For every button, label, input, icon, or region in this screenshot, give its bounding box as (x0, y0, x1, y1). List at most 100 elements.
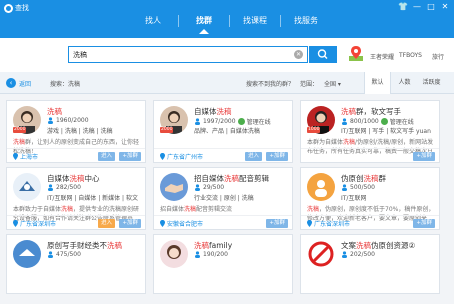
close-icon[interactable]: ✕ (440, 2, 450, 11)
tab-find-groups[interactable]: 找群 (179, 12, 229, 34)
search-button[interactable] (309, 46, 337, 63)
group-location: 广东省深圳市 (307, 219, 350, 228)
group-name[interactable]: 洗稿 (47, 106, 62, 117)
group-name[interactable]: 自媒体洗稿中心 (47, 173, 100, 184)
group-location: 广东省广州市 (160, 152, 203, 161)
people-icon (48, 251, 53, 258)
join-group-button[interactable]: +加群 (266, 219, 288, 228)
hot-tag-link[interactable]: 旅行 (432, 52, 444, 61)
member-count: 1997/2000 管理在线 (194, 117, 271, 126)
join-group-button[interactable]: +加群 (413, 219, 435, 228)
maximize-icon[interactable]: □ (426, 2, 436, 11)
group-location: 安徽省合肥市 (160, 219, 203, 228)
location-icon (160, 153, 165, 160)
group-avatar[interactable] (307, 173, 335, 201)
admin-online-label: 管理在线 (246, 119, 271, 126)
group-card[interactable]: 伪原创洗稿群 500/500 IT/互联网 洗稿，伪原创，原创度不低于70%，稿件原创… (300, 167, 440, 230)
group-card[interactable]: 洗稿family 190/200 (153, 234, 293, 294)
location-pin-icon[interactable] (346, 44, 366, 64)
member-count: 800/1000 管理在线 (341, 117, 414, 126)
location-icon (13, 153, 18, 160)
join-group-button[interactable]: +加群 (119, 152, 141, 161)
main-tabs: 找人 找群 找课程 找服务 (128, 12, 331, 34)
not-found-link[interactable]: 搜索不到我的群？ (246, 79, 294, 88)
group-name[interactable]: 伪原创洗稿群 (341, 173, 386, 184)
group-tags: 游戏 | 洗稿 | 洗稿 | 洗稿 (47, 128, 113, 135)
results-area: 2000 洗稿 1960/2000 游戏 | 洗稿 | 洗稿 | 洗稿 洗稿群，让别人的… (0, 94, 454, 304)
join-group-button[interactable]: +加群 (266, 152, 288, 161)
group-name[interactable]: 洗稿family (194, 240, 232, 251)
hot-tag-link[interactable]: 王者荣耀 (370, 52, 394, 61)
enter-group-button[interactable]: 进入 (244, 152, 262, 161)
sort-tab-members[interactable]: 人数 (391, 72, 418, 94)
sort-tab-default[interactable]: 默认 (364, 72, 391, 94)
enter-group-button[interactable]: 进入 (97, 152, 115, 161)
enter-group-button[interactable]: 进入 (97, 219, 115, 228)
tab-find-services[interactable]: 找服务 (281, 12, 331, 34)
location-icon (160, 220, 165, 227)
search-box: ✕ (68, 46, 308, 63)
group-location: 上海市 (13, 152, 38, 161)
skin-icon[interactable]: 👕 (398, 2, 408, 11)
search-area: ✕ 王者荣耀 TFBOYS 旅行 (0, 38, 454, 72)
group-name[interactable]: 招自媒体洗稿配音剪辑 (194, 173, 269, 184)
app-logo-icon (4, 3, 13, 13)
join-group-button[interactable]: +加群 (413, 152, 435, 161)
admin-online-icon (237, 118, 245, 125)
group-avatar[interactable] (160, 173, 188, 201)
member-count: 1960/2000 (47, 117, 89, 124)
scope-value: 全国 (324, 81, 337, 88)
app-title: 查找 (4, 3, 29, 13)
card-footer: +加群 (301, 148, 439, 162)
window-controls: 👕 — □ ✕ (398, 2, 450, 11)
member-count: 475/500 (47, 251, 81, 258)
group-avatar[interactable] (160, 240, 188, 268)
group-avatar[interactable] (13, 173, 41, 201)
level-badge: 2000 (160, 127, 174, 133)
join-group-button[interactable]: +加群 (119, 219, 141, 228)
level-badge: 1000 (307, 127, 321, 133)
minimize-icon[interactable]: — (412, 2, 422, 11)
card-footer: 广东省深圳市 进入 +加群 (7, 215, 145, 229)
level-badge: 2000 (13, 127, 27, 133)
people-icon (342, 118, 347, 125)
group-card[interactable]: 文案洗稿伪原创资源② 202/500 (300, 234, 440, 294)
people-icon (195, 118, 200, 125)
group-card[interactable]: 自媒体洗稿中心 282/500 IT/互联网 | 自媒体 | 新媒体 | 软文 本群致… (6, 167, 146, 230)
hot-tag-link[interactable]: TFBOYS (399, 52, 422, 59)
group-avatar[interactable] (307, 240, 335, 268)
clear-icon[interactable]: ✕ (294, 50, 303, 59)
group-name[interactable]: 原创写手财经类不洗稿 (47, 240, 122, 251)
tab-find-courses[interactable]: 找课程 (230, 12, 280, 34)
group-tags: IT/互联网 | 写手 | 软文写手 yuan (341, 128, 431, 135)
group-avatar[interactable] (13, 240, 41, 268)
search-icon (317, 49, 328, 59)
back-arrow-icon[interactable]: ‹ (6, 78, 16, 88)
people-icon (342, 251, 347, 258)
group-card[interactable]: 原创写手财经类不洗稿 475/500 (6, 234, 146, 294)
tab-find-people[interactable]: 找人 (128, 12, 178, 34)
people-icon (48, 184, 53, 191)
group-name[interactable]: 文案洗稿伪原创资源② (341, 240, 415, 251)
sort-tab-activity[interactable]: 活跃度 (418, 72, 445, 94)
group-card[interactable]: 2000 洗稿 1960/2000 游戏 | 洗稿 | 洗稿 | 洗稿 洗稿群，让别人的… (6, 100, 146, 163)
scrollbar[interactable] (448, 94, 454, 304)
group-card[interactable]: 招自媒体洗稿配音剪辑 29/500 行业交流 | 原创 | 洗稿 招自媒体洗稿配音剪辑… (153, 167, 293, 230)
back-link[interactable]: 返回 (19, 79, 31, 88)
group-card[interactable]: 1000 洗稿群，软文写手 800/1000 管理在线 IT/互联网 | 写手 | 软文… (300, 100, 440, 163)
group-card[interactable]: 2000 自媒体洗稿 1997/2000 管理在线 品牌、产品 | 自媒体洗稿 广东省广州… (153, 100, 293, 163)
people-icon (195, 184, 200, 191)
group-location: 广东省深圳市 (13, 219, 56, 228)
scope-label: 范围： (300, 81, 319, 88)
people-icon (48, 117, 53, 124)
search-input[interactable] (69, 47, 279, 62)
scope-select[interactable]: 全国 ▾ (324, 79, 341, 88)
people-icon (342, 184, 347, 191)
group-name[interactable]: 自媒体洗稿 (194, 106, 232, 117)
member-count: 202/500 (341, 251, 375, 258)
card-footer: 广东省广州市 进入 +加群 (154, 148, 292, 162)
group-name[interactable]: 洗稿群，软文写手 (341, 106, 401, 117)
group-tags: IT/互联网 | 自媒体 | 新媒体 | 软文 (47, 195, 138, 202)
card-footer: 广东省深圳市 +加群 (301, 215, 439, 229)
member-count: 282/500 (47, 184, 81, 191)
